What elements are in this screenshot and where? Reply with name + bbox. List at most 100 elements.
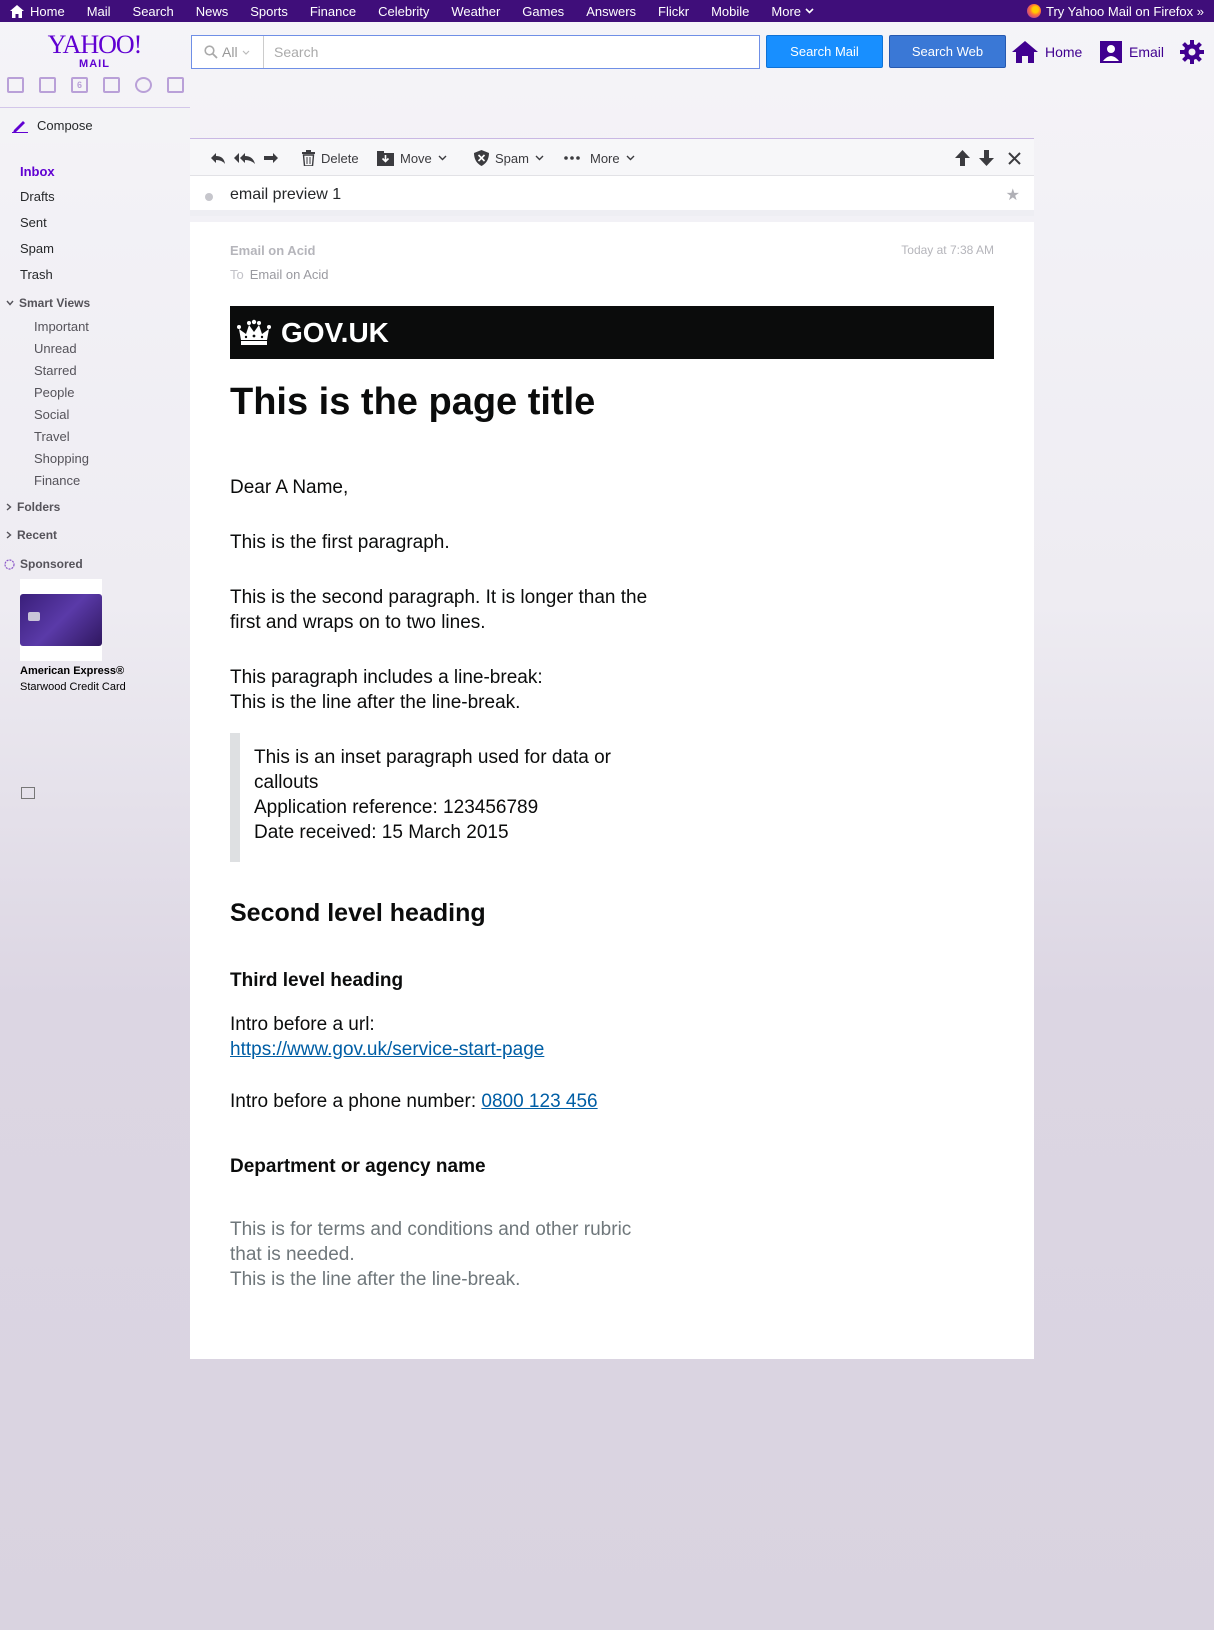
yahoo-mail-logo[interactable]: YAHOO! MAIL xyxy=(47,32,143,71)
reply-all-icon xyxy=(234,152,255,164)
delete-button[interactable]: Delete xyxy=(302,139,359,177)
email-page-title: This is the page title xyxy=(230,381,596,423)
message-sender[interactable]: Email on Acid xyxy=(230,243,315,258)
search-bar: All xyxy=(191,35,760,69)
search-scope-dropdown[interactable]: All xyxy=(192,36,264,68)
paragraph-2: This is the second paragraph. It is long… xyxy=(230,585,647,635)
compose-button[interactable]: Compose xyxy=(0,107,190,143)
nav-mail[interactable]: Mail xyxy=(76,0,122,22)
notepad-icon[interactable] xyxy=(103,77,120,93)
credit-card-image xyxy=(20,594,102,646)
nav-weather[interactable]: Weather xyxy=(440,0,511,22)
smart-view-social[interactable]: Social xyxy=(34,407,69,422)
logo-sub: MAIL xyxy=(79,58,110,70)
gov-uk-banner[interactable]: GOV.UK xyxy=(230,306,994,359)
spam-button[interactable]: Spam xyxy=(474,139,544,177)
ad-subtitle[interactable]: Starwood Credit Card xyxy=(20,681,126,693)
department-name: Department or agency name xyxy=(230,1156,486,1177)
phone-intro: Intro before a phone number: xyxy=(230,1091,477,1112)
nav-more-label: More xyxy=(771,3,802,19)
inset-callout: This is an inset paragraph used for data… xyxy=(230,733,650,862)
nav-home-label: Home xyxy=(30,3,65,19)
ad-title[interactable]: American Express® xyxy=(20,665,124,677)
recent-toggle[interactable]: Recent xyxy=(6,528,57,542)
firefox-promo[interactable]: Try Yahoo Mail on Firefox » xyxy=(1027,0,1204,22)
folder-spam[interactable]: Spam xyxy=(20,241,54,256)
reply-all-button[interactable] xyxy=(234,139,256,177)
folder-drafts[interactable]: Drafts xyxy=(20,189,55,204)
nav-flickr[interactable]: Flickr xyxy=(647,0,700,22)
star-icon[interactable]: ★ xyxy=(1006,185,1020,205)
move-button[interactable]: Move xyxy=(377,139,447,177)
smart-view-shopping[interactable]: Shopping xyxy=(34,451,89,466)
forward-button[interactable] xyxy=(263,139,279,177)
nav-finance[interactable]: Finance xyxy=(299,0,367,22)
folder-trash[interactable]: Trash xyxy=(20,267,53,282)
contacts-icon[interactable] xyxy=(39,77,56,93)
more-actions-label: More xyxy=(590,150,620,166)
nav-more[interactable]: More xyxy=(760,0,825,22)
reply-button[interactable] xyxy=(210,139,226,177)
smart-views-toggle[interactable]: Smart Views xyxy=(6,296,90,310)
nav-sports[interactable]: Sports xyxy=(239,0,299,22)
newsfeed-icon[interactable] xyxy=(167,77,184,93)
phone-link[interactable]: 0800 123 456 xyxy=(481,1091,597,1112)
nav-celebrity[interactable]: Celebrity xyxy=(367,0,440,22)
folder-sent[interactable]: Sent xyxy=(20,215,47,230)
nav-answers[interactable]: Answers xyxy=(575,0,647,22)
more-dots-icon xyxy=(564,156,580,160)
messenger-icon[interactable] xyxy=(135,77,152,93)
nav-mobile[interactable]: Mobile xyxy=(700,0,760,22)
smart-view-unread[interactable]: Unread xyxy=(34,341,77,356)
mail-icon[interactable] xyxy=(7,77,24,93)
firefox-icon xyxy=(1027,4,1041,18)
folders-label: Folders xyxy=(17,500,61,514)
calendar-icon[interactable]: 6 xyxy=(71,77,88,93)
spam-label: Spam xyxy=(495,150,529,166)
header-email-link[interactable]: Email xyxy=(1100,40,1164,64)
rubric-line-3: This is the line after the line-break. xyxy=(230,1269,521,1290)
folder-inbox[interactable]: Inbox xyxy=(20,164,55,179)
close-icon xyxy=(1008,151,1021,165)
smart-views-label: Smart Views xyxy=(19,296,91,310)
search-mail-button[interactable]: Search Mail xyxy=(766,35,883,68)
delete-label: Delete xyxy=(321,150,359,166)
chevron-right-icon xyxy=(6,531,12,539)
more-actions-button[interactable]: More xyxy=(564,139,635,177)
crown-icon xyxy=(237,319,271,345)
nav-games[interactable]: Games xyxy=(511,0,575,22)
previous-message-button[interactable] xyxy=(955,139,970,177)
top-nav: Home Mail Search News Sports Finance Cel… xyxy=(0,0,1214,22)
sponsored-label: Sponsored xyxy=(20,557,83,571)
second-level-heading: Second level heading xyxy=(230,899,486,927)
search-web-button[interactable]: Search Web xyxy=(889,35,1006,68)
smart-view-starred[interactable]: Starred xyxy=(34,363,77,378)
chevron-down-icon xyxy=(438,155,447,161)
chevron-right-icon xyxy=(6,503,12,511)
reply-icon xyxy=(211,152,225,164)
paragraph-2-line-2: first and wraps on to two lines. xyxy=(230,612,486,633)
chevron-down-icon xyxy=(242,50,249,55)
next-message-button[interactable] xyxy=(979,139,994,177)
paragraph-3-line-2: This is the line after the line-break. xyxy=(230,692,521,713)
arrow-down-icon xyxy=(979,150,994,166)
smart-view-finance[interactable]: Finance xyxy=(34,473,80,488)
terms-rubric: This is for terms and conditions and oth… xyxy=(230,1217,650,1292)
close-message-button[interactable] xyxy=(1008,139,1021,177)
smart-view-travel[interactable]: Travel xyxy=(34,429,70,444)
service-url-link[interactable]: https://www.gov.uk/service-start-page xyxy=(230,1039,544,1060)
nav-home[interactable]: Home xyxy=(0,0,76,22)
header-home-link[interactable]: Home xyxy=(1012,40,1082,64)
image-icon[interactable] xyxy=(21,787,35,799)
nav-search[interactable]: Search xyxy=(122,0,185,22)
settings-button[interactable] xyxy=(1180,40,1204,64)
gov-uk-wordmark: GOV.UK xyxy=(281,316,389,348)
folders-toggle[interactable]: Folders xyxy=(6,500,60,514)
recipient-name[interactable]: Email on Acid xyxy=(250,267,329,282)
ad-image[interactable] xyxy=(20,579,102,661)
search-input[interactable] xyxy=(264,36,759,68)
smart-view-people[interactable]: People xyxy=(34,385,74,400)
smart-view-important[interactable]: Important xyxy=(34,319,89,334)
read-status-dot[interactable] xyxy=(205,193,213,201)
nav-news[interactable]: News xyxy=(185,0,240,22)
